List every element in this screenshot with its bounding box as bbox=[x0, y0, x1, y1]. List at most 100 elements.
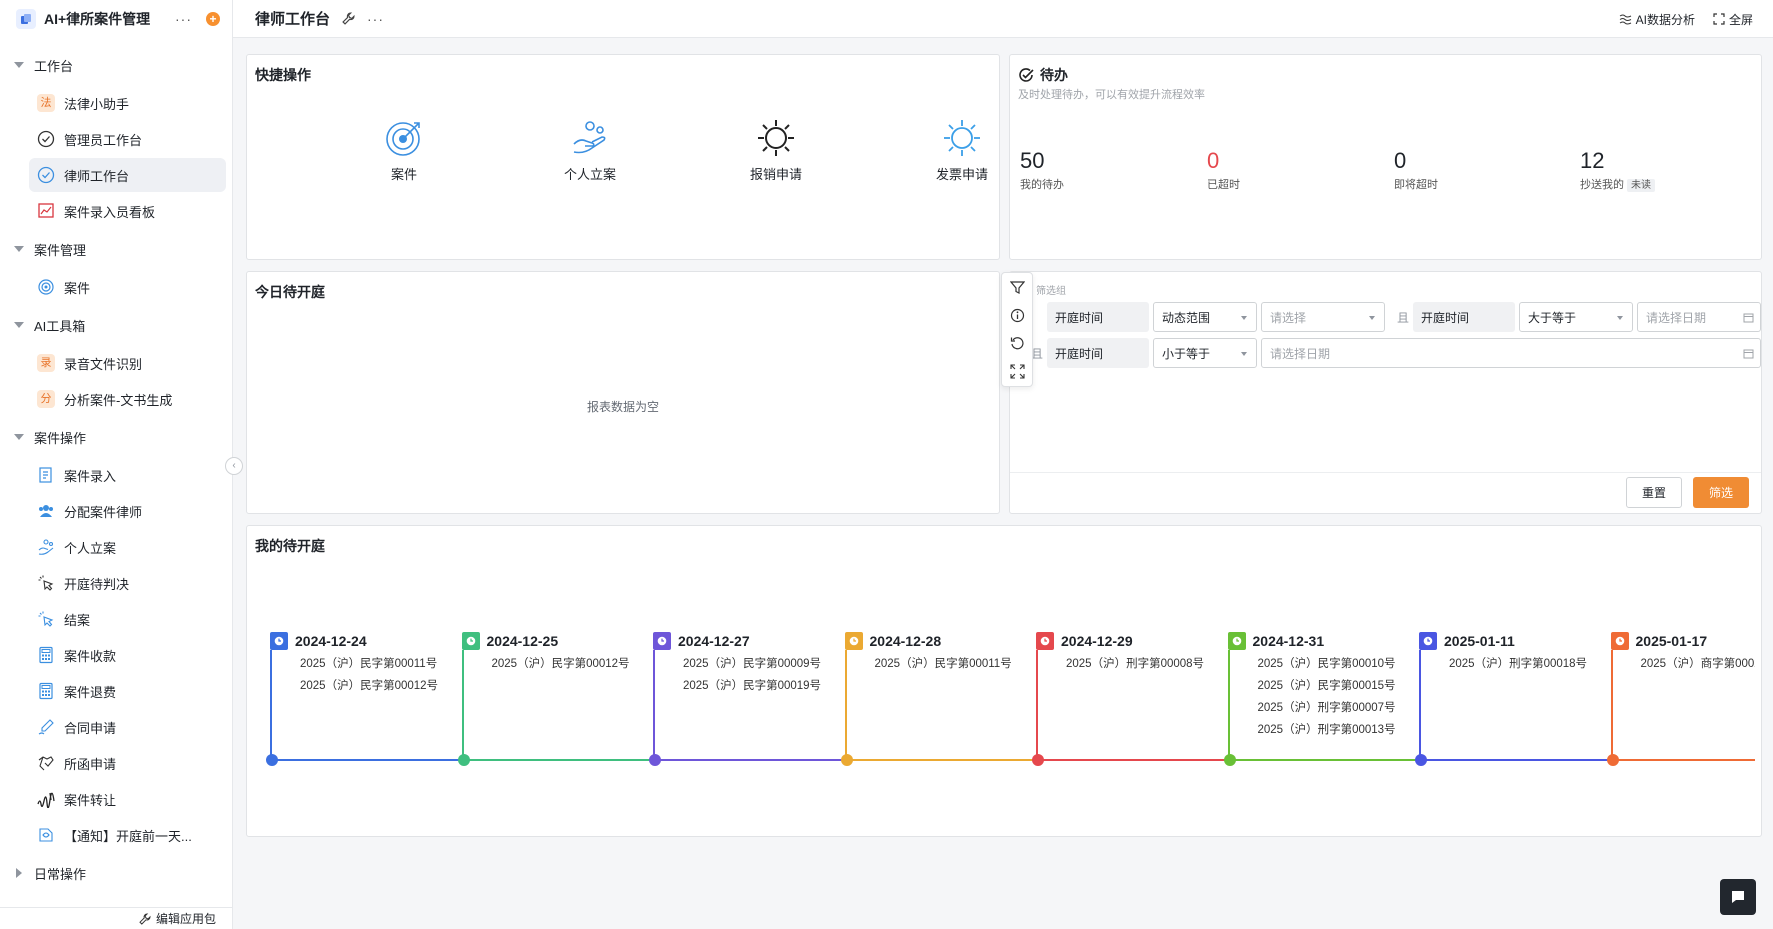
chevron-down-icon bbox=[1369, 316, 1375, 320]
icon-char: 录 bbox=[37, 354, 55, 372]
chevron-down-icon bbox=[1241, 316, 1247, 320]
sidebar-item-3-7[interactable]: 合同申请 bbox=[29, 710, 226, 744]
filter-row1-op-value: 动态范围 bbox=[1162, 310, 1211, 325]
sidebar-item-3-3[interactable]: 开庭待判决 bbox=[29, 566, 226, 600]
add-icon[interactable]: + bbox=[206, 12, 220, 26]
todo-card: 待办 及时处理待办，可以有效提升流程效率 50 我的待办 0 已超时 0 即将超… bbox=[1009, 54, 1762, 260]
stat-my-todo-label: 我的待办 bbox=[1020, 179, 1064, 191]
filter-row1-date-input[interactable]: 请选择日期 bbox=[1637, 302, 1761, 332]
quick-actions-title: 快捷操作 bbox=[255, 67, 311, 83]
sidebar-item-1-0[interactable]: 案件 bbox=[29, 270, 226, 304]
edit-app-package-button[interactable]: 编辑应用包 bbox=[0, 907, 232, 929]
quick-personal-filing-button[interactable]: 个人立案 bbox=[530, 118, 650, 183]
info-icon[interactable] bbox=[1010, 308, 1025, 323]
sidebar-item-3-8[interactable]: 所函申请 bbox=[29, 746, 226, 780]
refresh-icon[interactable] bbox=[1010, 336, 1025, 351]
signature-icon bbox=[37, 790, 55, 808]
stat-due-soon[interactable]: 0 即将超时 bbox=[1394, 148, 1438, 192]
hand-shake-icon bbox=[37, 754, 55, 772]
app-header: AI+律所案件管理 ··· + bbox=[0, 0, 232, 38]
stat-overdue[interactable]: 0 已超时 bbox=[1207, 148, 1240, 192]
ai-analysis-button[interactable]: AI数据分析 bbox=[1619, 11, 1695, 28]
chevron-down-icon bbox=[1617, 316, 1623, 320]
filter-row1-op-select[interactable]: 动态范围 bbox=[1153, 302, 1257, 332]
more-icon[interactable]: ··· bbox=[367, 11, 384, 27]
sidebar-item-3-10[interactable]: 【通知】开庭前一天... bbox=[29, 818, 226, 852]
stat-due-soon-label: 即将超时 bbox=[1394, 179, 1438, 191]
floating-toolbar bbox=[1001, 272, 1033, 387]
filter-row1-field[interactable]: 开庭时间 bbox=[1047, 302, 1149, 332]
sidebar-item-label: 管理员工作台 bbox=[64, 132, 143, 148]
sidebar-group-2[interactable]: AI工具箱 bbox=[0, 306, 232, 344]
quick-case-label: 案件 bbox=[390, 167, 417, 182]
sidebar-item-3-1[interactable]: 分配案件律师 bbox=[29, 494, 226, 528]
sidebar-group-label: 案件管理 bbox=[34, 242, 87, 258]
stat-cc-me-value: 12 bbox=[1580, 148, 1605, 173]
sidebar-item-0-2[interactable]: 律师工作台 bbox=[29, 158, 226, 192]
filter-row1-op2-select[interactable]: 大于等于 bbox=[1519, 302, 1633, 332]
sidebar-group-0[interactable]: 工作台 bbox=[0, 46, 232, 84]
caret-down-icon bbox=[14, 62, 24, 68]
filter-icon[interactable] bbox=[1009, 280, 1025, 295]
sidebar: AI+律所案件管理 ··· + 工作台法法律小助手 管理员工作台 律师工作台 案件录入… bbox=[0, 0, 233, 929]
my-pending-hearings-card: 我的待开庭 bbox=[246, 525, 1762, 837]
sidebar-item-0-3[interactable]: 案件录入员看板 bbox=[29, 194, 226, 228]
filter-row2-op-select[interactable]: 小于等于 bbox=[1153, 338, 1257, 368]
filter-row1-value-select[interactable]: 请选择 bbox=[1261, 302, 1385, 332]
expand-icon[interactable] bbox=[1009, 364, 1025, 379]
stat-cc-me[interactable]: 12 抄送我的 未读 bbox=[1580, 148, 1655, 192]
sidebar-item-label: 案件收款 bbox=[64, 648, 117, 664]
filter-row2-op-value: 小于等于 bbox=[1162, 346, 1211, 361]
hand-people-icon bbox=[573, 121, 606, 154]
sidebar-item-3-0[interactable]: 案件录入 bbox=[29, 458, 226, 492]
quick-invoice-button[interactable]: 发票申请 bbox=[902, 118, 1022, 183]
sidebar-group-3[interactable]: 案件操作 bbox=[0, 418, 232, 456]
filter-row2-field[interactable]: 开庭时间 bbox=[1047, 338, 1149, 368]
sidebar-item-label: 结案 bbox=[64, 612, 91, 628]
sidebar-item-label: 分配案件律师 bbox=[64, 504, 143, 520]
sidebar-item-3-2[interactable]: 个人立案 bbox=[29, 530, 226, 564]
and-label: 且 bbox=[1397, 311, 1410, 325]
stat-my-todo[interactable]: 50 我的待办 bbox=[1020, 148, 1064, 192]
calculator-icon bbox=[37, 646, 55, 664]
sidebar-item-2-0[interactable]: 录录音文件识别 bbox=[29, 346, 226, 380]
page-title: 律师工作台 bbox=[255, 11, 331, 28]
filter-submit-button[interactable]: 筛选 bbox=[1693, 477, 1749, 508]
app-more-icon[interactable]: ··· bbox=[175, 11, 192, 27]
filter-divider bbox=[1010, 472, 1761, 473]
calendar-icon bbox=[1743, 349, 1754, 359]
reset-button[interactable]: 重置 bbox=[1626, 477, 1682, 508]
sidebar-item-3-4[interactable]: 结案 bbox=[29, 602, 226, 636]
filter-row1-value-placeholder: 请选择 bbox=[1270, 310, 1307, 325]
fa-char-icon: 法 bbox=[37, 94, 55, 112]
sidebar-group-1[interactable]: 案件管理 bbox=[0, 230, 232, 268]
edit-app-package-label: 编辑应用包 bbox=[155, 912, 216, 926]
sidebar-item-0-0[interactable]: 法法律小助手 bbox=[29, 86, 226, 120]
caret-down-icon bbox=[14, 246, 24, 252]
stat-cc-me-label: 抄送我的 bbox=[1580, 179, 1624, 191]
sidebar-item-0-1[interactable]: 管理员工作台 bbox=[29, 122, 226, 156]
quick-case-button[interactable]: 案件 bbox=[344, 118, 464, 183]
sidebar-item-3-9[interactable]: 案件转让 bbox=[29, 782, 226, 816]
sun-gear-blue-icon bbox=[944, 120, 980, 156]
leaf-note-icon bbox=[37, 826, 55, 844]
check-badge-blue-icon bbox=[37, 166, 55, 184]
settings-wrench-icon[interactable] bbox=[342, 12, 355, 25]
ai-analysis-label: AI数据分析 bbox=[1635, 12, 1695, 27]
filter-group-label: 筛选组 bbox=[1036, 286, 1066, 297]
filter-row2-date-input[interactable]: 请选择日期 bbox=[1261, 338, 1761, 368]
sidebar-group-4[interactable]: 日常操作 bbox=[0, 854, 232, 892]
todo-title: 待办 bbox=[1040, 67, 1068, 83]
fullscreen-button[interactable]: 全屏 bbox=[1713, 11, 1753, 28]
chat-button[interactable] bbox=[1720, 879, 1756, 915]
sidebar-item-3-5[interactable]: 案件收款 bbox=[29, 638, 226, 672]
wave-lines-icon bbox=[1619, 14, 1631, 25]
quick-reimbursement-button[interactable]: 报销申请 bbox=[716, 118, 836, 183]
sidebar-collapse-button[interactable]: ‹ bbox=[225, 457, 243, 475]
sidebar-item-2-1[interactable]: 分分析案件-文书生成 bbox=[29, 382, 226, 416]
sidebar-item-label: 个人立案 bbox=[64, 540, 117, 556]
sidebar-item-3-6[interactable]: 案件退费 bbox=[29, 674, 226, 708]
sidebar-item-label: 分析案件-文书生成 bbox=[64, 392, 173, 408]
my-pending-hearings-title: 我的待开庭 bbox=[255, 538, 325, 554]
filter-row1-field2[interactable]: 开庭时间 bbox=[1413, 302, 1515, 332]
